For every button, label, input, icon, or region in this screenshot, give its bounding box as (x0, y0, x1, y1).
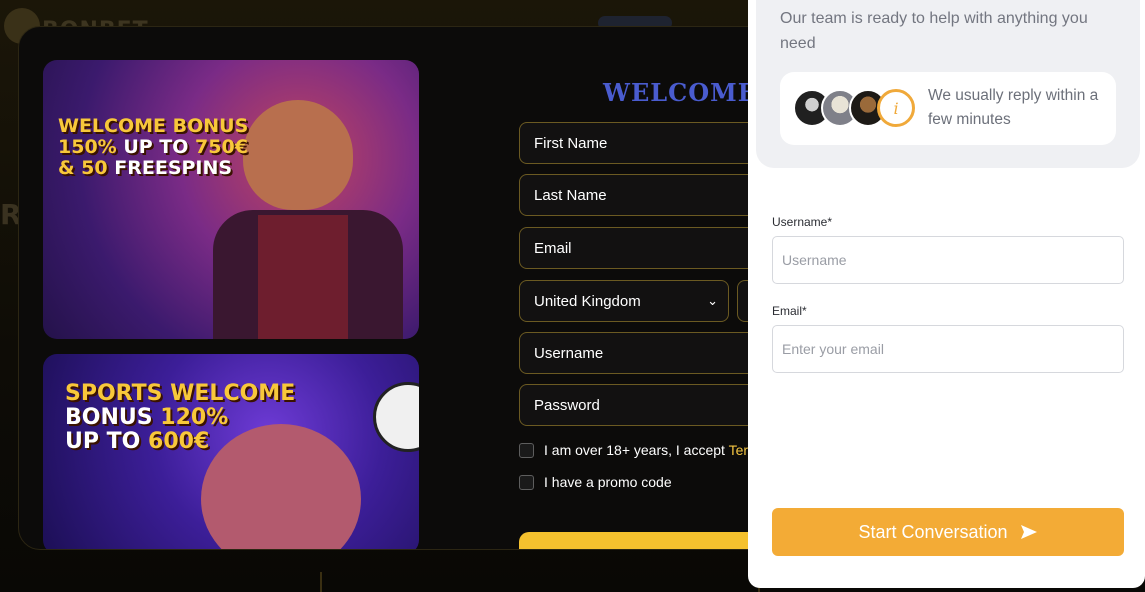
chat-intro-text: Our team is ready to help with anything … (780, 10, 1088, 52)
signup-modal: WELCOME BONUS 150% UP TO 750€ & 50 FREES… (18, 26, 808, 550)
promo2-percent: 120% (160, 405, 229, 431)
promo1-amount: 750€ (195, 135, 248, 158)
chevron-down-icon: ⌄ (707, 293, 718, 308)
character-vest (258, 215, 348, 339)
first-name-placeholder: First Name (534, 135, 608, 152)
promo1-percent: 150% (58, 135, 117, 158)
password-placeholder: Password (534, 397, 600, 414)
country-value: United Kingdom (534, 293, 641, 310)
sports-bonus-banner[interactable]: SPORTS WELCOME BONUS 120% UP TO 600€ (43, 354, 419, 549)
promo-code-row: I have a promo code (519, 474, 672, 490)
promo1-freespins: FREESPINS (114, 156, 233, 179)
promo2-bonus: BONUS (65, 405, 153, 431)
age-terms-row: I am over 18+ years, I accept Terr (519, 442, 753, 458)
reply-time-text: We usually reply within a few minutes (928, 87, 1099, 128)
start-conversation-button[interactable]: Start Conversation (772, 508, 1124, 556)
agent-avatars: i (793, 89, 915, 127)
promo-code-label: I have a promo code (544, 474, 672, 490)
info-icon: i (877, 89, 915, 127)
country-select[interactable]: United Kingdom ⌄ (519, 280, 729, 322)
promo1-spins-count: & 50 (58, 156, 108, 179)
age-terms-checkbox[interactable] (519, 442, 534, 458)
chat-widget: Our team is ready to help with anything … (748, 0, 1145, 588)
chat-header: Our team is ready to help with anything … (756, 0, 1140, 168)
character-head (243, 100, 353, 210)
promo1-up-to: UP TO (123, 135, 189, 158)
chat-username-input[interactable] (772, 236, 1124, 284)
welcome-bonus-banner[interactable]: WELCOME BONUS 150% UP TO 750€ & 50 FREES… (43, 60, 419, 339)
sports-bonus-text: SPORTS WELCOME BONUS 120% UP TO 600€ (65, 381, 296, 455)
start-conversation-label: Start Conversation (858, 521, 1008, 542)
promo2-amount: 600€ (148, 429, 210, 455)
welcome-bonus-text: WELCOME BONUS 150% UP TO 750€ & 50 FREES… (58, 116, 248, 179)
reply-time-card: i We usually reply within a few minutes (780, 72, 1116, 145)
promo-code-checkbox[interactable] (519, 474, 534, 490)
send-icon (1020, 525, 1037, 539)
email-label: Email* (772, 304, 807, 318)
last-name-placeholder: Last Name (534, 187, 607, 204)
chat-email-input[interactable] (772, 325, 1124, 373)
background-bottom-bar (320, 572, 760, 592)
email-placeholder: Email (534, 240, 572, 257)
promo2-line1: SPORTS WELCOME (65, 381, 296, 406)
age-terms-label: I am over 18+ years, I accept Terr (544, 442, 753, 458)
age-terms-text: I am over 18+ years, I accept (544, 442, 725, 458)
promo2-up-to: UP TO (65, 429, 141, 455)
username-label: Username* (772, 215, 833, 229)
username-placeholder: Username (534, 345, 604, 362)
promo1-line1: WELCOME BONUS (58, 115, 249, 137)
soccer-ball-icon (373, 382, 419, 452)
